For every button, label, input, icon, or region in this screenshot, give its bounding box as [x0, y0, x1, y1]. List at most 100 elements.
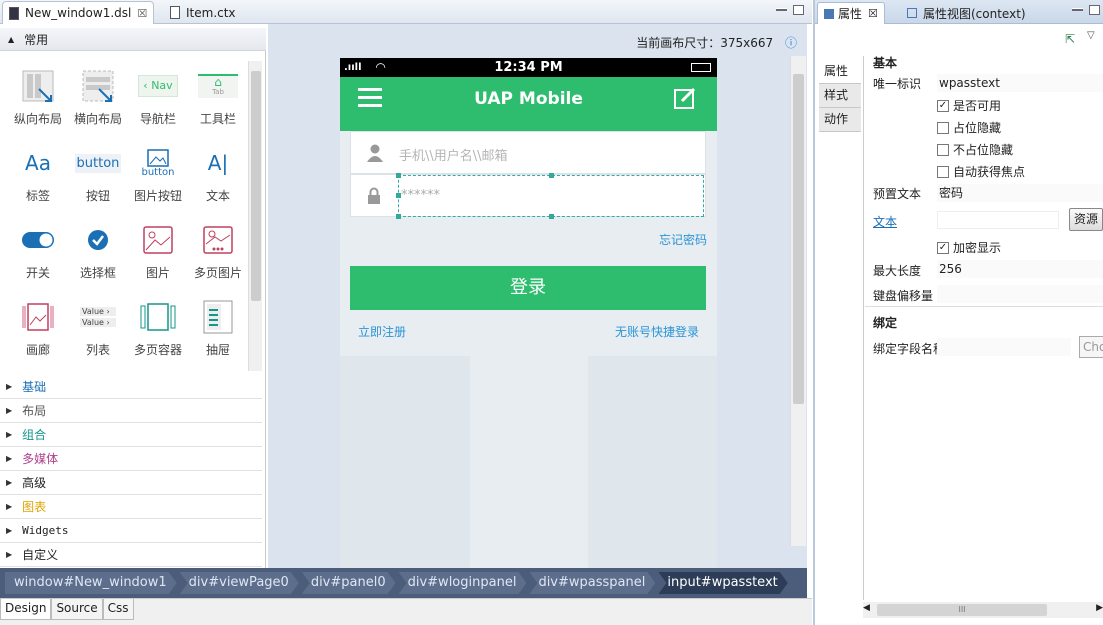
palette-scrollbar[interactable]: [248, 61, 262, 371]
canvas-scrollbar[interactable]: [790, 56, 806, 546]
resource-button[interactable]: 资源: [1069, 208, 1103, 231]
tab-new-window1[interactable]: New_window1.dsl ☒: [2, 1, 155, 24]
tab-css[interactable]: Css: [102, 599, 134, 620]
bind-field-input[interactable]: [937, 338, 1071, 356]
maximize-icon[interactable]: [793, 5, 804, 15]
breadcrumb-item[interactable]: div#wpasspanel: [529, 572, 655, 594]
hidden-keep-checkbox[interactable]: 占位隐藏: [937, 119, 1001, 136]
breadcrumb-item[interactable]: window#New_window1: [5, 572, 177, 594]
unique-id-field[interactable]: wpasstext: [937, 74, 1103, 92]
properties-panel: 属性 ☒ 属性视图(context) ⇱ ▽ 属性 样式 动作 基本 唯一标识 …: [813, 0, 1103, 625]
item-label: 多页容器: [133, 343, 182, 357]
category-basic[interactable]: ▶ 基础: [0, 375, 262, 399]
palette-header[interactable]: ▲ 常用: [0, 28, 266, 51]
tab-properties[interactable]: 属性 ☒: [817, 2, 885, 24]
tab-label: Item.ctx: [186, 5, 236, 20]
item-label: 多页图片: [193, 266, 242, 280]
design-canvas[interactable]: 当前画布尺寸：375x667 ⓘ .ııll ◠ 12:34 PM UAP Mo…: [268, 24, 807, 568]
palette-item-toolbar[interactable]: ⌂ Tab 工具栏: [188, 68, 248, 127]
password-row[interactable]: ******: [350, 173, 706, 219]
breadcrumb-item[interactable]: div#panel0: [302, 572, 396, 594]
resize-handle[interactable]: [549, 173, 554, 178]
close-tab-icon[interactable]: ☒: [137, 7, 147, 20]
scroll-thumb[interactable]: III: [877, 604, 1047, 616]
keyboard-offset-field[interactable]: [937, 285, 1103, 303]
tab-item-ctx[interactable]: Item.ctx: [164, 1, 242, 24]
side-tab-style[interactable]: 样式: [819, 84, 861, 108]
properties-hscrollbar[interactable]: ◀ III ▶: [863, 602, 1103, 618]
palette-item-multipage-image[interactable]: 多页图片: [188, 222, 248, 281]
text-link[interactable]: 文本: [873, 213, 897, 230]
tab-property-view[interactable]: 属性视图(context): [901, 2, 1032, 24]
palette-item-horizontal-layout[interactable]: 横向布局: [68, 68, 128, 127]
view-menu-icon[interactable]: ▽: [1087, 30, 1095, 41]
category-combo[interactable]: ▶ 组合: [0, 423, 262, 447]
minimize-icon[interactable]: [1072, 8, 1083, 11]
maximize-icon[interactable]: [1089, 5, 1100, 15]
phone-preview: .ııll ◠ 12:34 PM UAP Mobile 手机\\用户名\\邮箱: [340, 58, 717, 568]
palette-item-label[interactable]: Aa 标签: [8, 145, 68, 204]
placeholder-field[interactable]: 密码: [937, 184, 1103, 202]
category-layout[interactable]: ▶ 布局: [0, 399, 262, 423]
item-label: 画廊: [25, 343, 50, 357]
palette-item-button[interactable]: button 按钮: [68, 145, 128, 204]
category-advanced[interactable]: ▶ 高级: [0, 471, 262, 495]
info-icon[interactable]: ⓘ: [785, 36, 797, 50]
signal-icon: .ııll: [344, 62, 362, 73]
palette-item-list[interactable]: Value › Value › 列表: [68, 299, 128, 358]
scroll-left-icon[interactable]: ◀: [863, 603, 870, 613]
tab-design[interactable]: Design: [0, 599, 52, 620]
palette-item-image[interactable]: 图片: [128, 222, 188, 281]
palette-item-vertical-layout[interactable]: 纵向布局: [8, 68, 68, 127]
scroll-thumb[interactable]: [793, 74, 804, 404]
breadcrumb-item-active[interactable]: input#wpasstext: [658, 572, 787, 594]
divider: [865, 306, 1103, 307]
edit-icon[interactable]: [673, 86, 697, 113]
category-label: 高级: [22, 476, 47, 490]
tab-source[interactable]: Source: [51, 599, 103, 620]
dsl-file-icon: [9, 6, 19, 20]
category-widgets[interactable]: ▶ Widgets: [0, 519, 262, 543]
palette-item-drawer[interactable]: 抽屉: [188, 299, 248, 358]
palette-item-checkbox[interactable]: 选择框: [68, 222, 128, 281]
pin-icon[interactable]: ⇱: [1065, 32, 1075, 46]
property-category-tabs: 属性 样式 动作: [819, 60, 861, 132]
item-label: 标签: [25, 189, 50, 203]
register-link[interactable]: 立即注册: [358, 323, 406, 340]
palette-item-gallery[interactable]: 画廊: [8, 299, 68, 358]
category-multimedia[interactable]: ▶ 多媒体: [0, 447, 262, 471]
login-button[interactable]: 登录: [350, 266, 706, 310]
hidden-nokeep-checkbox[interactable]: 不占位隐藏: [937, 141, 1013, 158]
breadcrumb-item[interactable]: div#viewPage0: [180, 572, 299, 594]
palette-item-text[interactable]: A| 文本: [188, 145, 248, 204]
resize-handle[interactable]: [396, 214, 401, 219]
autofocus-checkbox[interactable]: 自动获得焦点: [937, 163, 1025, 180]
close-tab-icon[interactable]: ☒: [868, 7, 878, 20]
button-icon: button: [74, 153, 122, 173]
palette-item-image-button[interactable]: button 图片按钮: [128, 145, 188, 204]
forgot-password-link[interactable]: 忘记密码: [659, 231, 707, 248]
maxlen-field[interactable]: 256: [937, 260, 1103, 278]
scroll-right-icon[interactable]: ▶: [1096, 603, 1103, 613]
username-field[interactable]: 手机\\用户名\\邮箱: [350, 131, 706, 174]
navbar-icon: ‹ Nav: [128, 68, 188, 104]
password-input[interactable]: ******: [401, 188, 440, 203]
choose-button[interactable]: Cho: [1079, 336, 1103, 358]
resize-handle[interactable]: [396, 173, 401, 178]
resize-handle[interactable]: [549, 214, 554, 219]
category-custom[interactable]: ▶ 自定义: [0, 543, 262, 567]
scroll-thumb[interactable]: [251, 71, 261, 301]
minimize-icon[interactable]: [776, 8, 787, 11]
enabled-checkbox[interactable]: ✓ 是否可用: [937, 97, 1001, 114]
item-label: 横向布局: [73, 112, 122, 126]
palette-item-switch[interactable]: 开关: [8, 222, 68, 281]
side-tab-properties[interactable]: 属性: [819, 60, 861, 84]
palette-item-multipage-container[interactable]: 多页容器: [128, 299, 188, 358]
category-chart[interactable]: ▶ 图表: [0, 495, 262, 519]
encrypt-checkbox[interactable]: ✓ 加密显示: [937, 239, 1001, 256]
breadcrumb-item[interactable]: div#wloginpanel: [399, 572, 527, 594]
text-field[interactable]: [937, 211, 1059, 229]
palette-item-navbar[interactable]: ‹ Nav 导航栏: [128, 68, 188, 127]
side-tab-action[interactable]: 动作: [819, 108, 861, 132]
quick-login-link[interactable]: 无账号快捷登录: [615, 323, 699, 340]
